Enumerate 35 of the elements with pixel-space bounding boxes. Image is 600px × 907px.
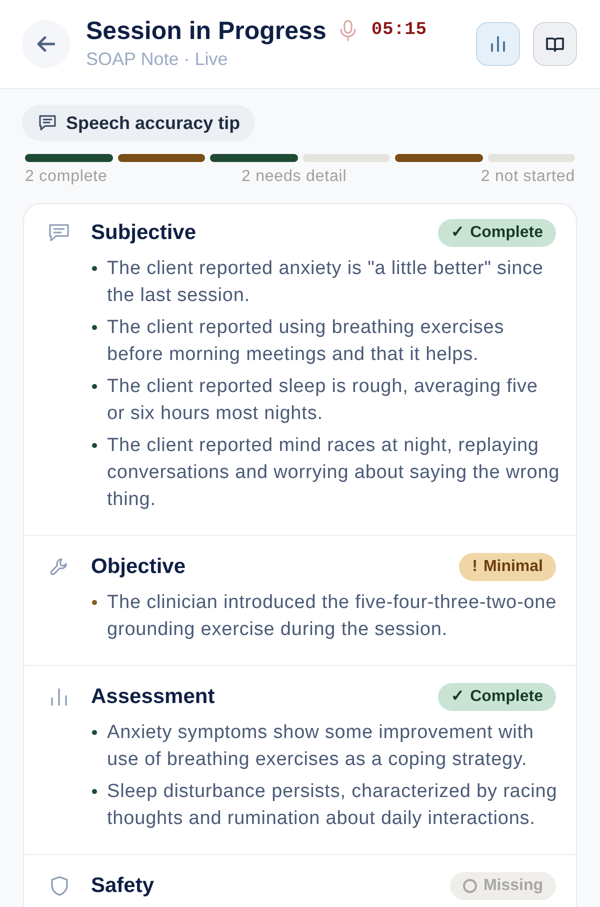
section-title: Objective	[91, 554, 186, 580]
section-title: Safety	[91, 873, 154, 900]
session-timer: 05:15	[371, 19, 427, 42]
back-arrow-icon	[37, 36, 55, 52]
empty-circle-icon	[463, 879, 478, 893]
note-bullet-text: The client reported sleep is rough, averaging five or six hours most nights.	[107, 375, 539, 426]
note-bullet-text: Sleep disturbance persists, characterized by racing thoughts and rumination about daily interactions.	[107, 780, 558, 831]
note-bullet-text: The clinician introduced the five-four-three-two-one grounding exercise during the session.	[107, 591, 558, 642]
microphone-icon	[340, 20, 356, 41]
note-bullet-text: The client reported using breathing exercises before morning meetings and that it helps.	[107, 316, 506, 367]
section-title: Assessment	[91, 684, 215, 710]
progress-count-label: 2 needs detail	[241, 168, 347, 186]
note-bullet-text: Anxiety symptoms show some improvement with use of breathing exercises as a coping strategy.	[107, 721, 535, 772]
page-title: Session in Progress	[86, 16, 326, 46]
back-button[interactable]	[22, 20, 70, 68]
progress-count-label: 2 not started	[480, 168, 575, 186]
note-subtitle: SOAP Note · Live	[86, 48, 229, 70]
message-icon	[39, 115, 56, 131]
shield-icon	[50, 876, 68, 896]
progress-count-label: 2 complete	[25, 168, 108, 186]
status-badge: ! Minimal	[459, 553, 556, 581]
bar-chart-icon	[490, 36, 506, 52]
chart-button[interactable]	[476, 22, 520, 66]
status-badge: Missing	[450, 872, 556, 900]
note-bullet-text: The client reported anxiety is "a little better" since the last session.	[107, 257, 544, 308]
book-button[interactable]	[533, 22, 577, 66]
message-icon	[49, 224, 69, 242]
status-badge: ✓ Complete	[438, 219, 556, 247]
note-bullet-text: The client reported mind races at night, replaying conversations and worrying about saying the wrong thing.	[107, 434, 560, 512]
book-icon	[546, 36, 564, 52]
status-badge: ✓ Complete	[438, 683, 556, 711]
wrench-icon	[50, 558, 68, 576]
bar-chart-icon	[50, 688, 68, 706]
speech-accuracy-tip-button[interactable]: Speech accuracy tip	[22, 105, 256, 141]
section-title: Subjective	[91, 220, 196, 246]
